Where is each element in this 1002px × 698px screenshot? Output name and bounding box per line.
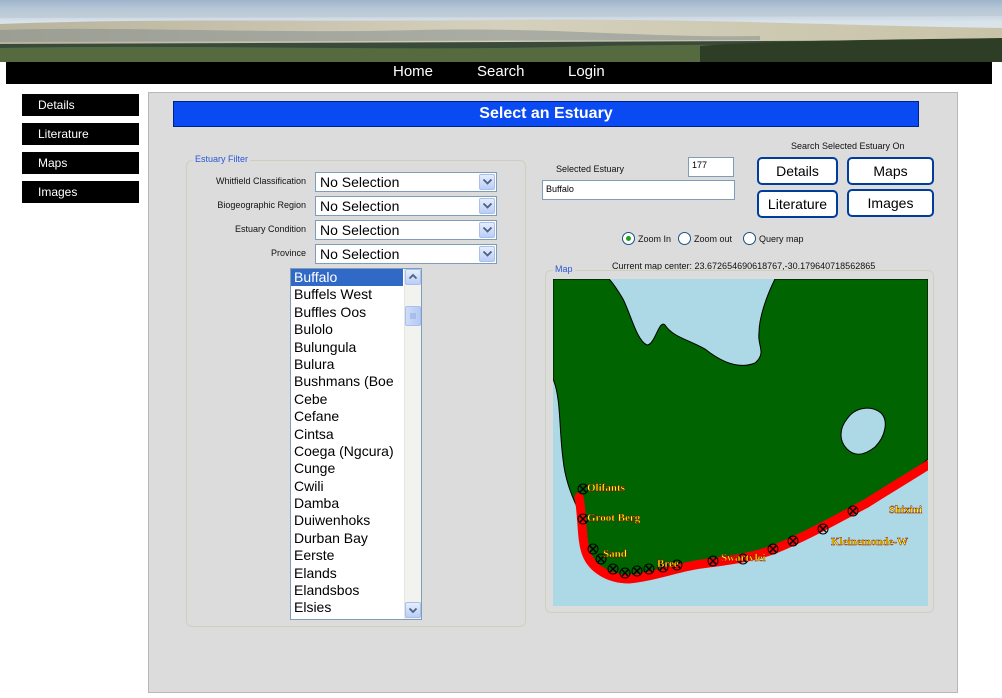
map-estuary-label: Sand bbox=[603, 548, 627, 560]
estuary-list-item[interactable]: Coega (Ngcura) bbox=[291, 443, 403, 460]
estuary-list-item[interactable]: Damba bbox=[291, 495, 403, 512]
zoom-in-radio[interactable]: Zoom In bbox=[622, 232, 671, 245]
province-select[interactable]: No Selection bbox=[315, 244, 497, 264]
estuary-list-item[interactable]: Buffles Oos bbox=[291, 304, 403, 321]
search-selected-estuary-label: Search Selected Estuary On bbox=[791, 141, 905, 151]
estuary-list-item[interactable]: Cintsa bbox=[291, 426, 403, 443]
nav-home-link[interactable]: Home bbox=[393, 63, 433, 80]
estuary-list-item[interactable]: Bulungula bbox=[291, 339, 403, 356]
query-map-label: Query map bbox=[759, 233, 804, 244]
estuary-list-item[interactable]: Duiwenhoks bbox=[291, 512, 403, 529]
biogeographic-region-label: Biogeographic Region bbox=[217, 200, 306, 210]
biogeographic-region-value: No Selection bbox=[320, 198, 400, 214]
main-panel: Select an Estuary Estuary Filter Whitfie… bbox=[148, 92, 958, 693]
estuary-list-item[interactable]: Elands bbox=[291, 565, 403, 582]
sidebar-item-details[interactable]: Details bbox=[22, 94, 139, 116]
estuary-listbox[interactable]: Buffalo Buffels West Buffles Oos Bulolo Bulu… bbox=[290, 268, 422, 620]
biogeographic-region-select[interactable]: No Selection bbox=[315, 196, 497, 216]
estuary-list-item[interactable]: Elsies bbox=[291, 599, 403, 616]
estuary-list-item[interactable]: Cebe bbox=[291, 391, 403, 408]
selected-estuary-label: Selected Estuary bbox=[556, 164, 625, 174]
map-estuary-label: Groot Berg bbox=[587, 512, 641, 524]
estuary-list-item[interactable]: Cunge bbox=[291, 460, 403, 477]
sidebar-item-images[interactable]: Images bbox=[22, 181, 139, 203]
whitfield-classification-select[interactable]: No Selection bbox=[315, 172, 497, 192]
images-button[interactable]: Images bbox=[847, 189, 934, 217]
literature-button[interactable]: Literature bbox=[757, 190, 838, 218]
nav-search-link[interactable]: Search bbox=[477, 63, 525, 80]
scroll-up-icon[interactable] bbox=[405, 269, 421, 285]
map-legend: Map bbox=[553, 264, 575, 274]
zoom-in-label: Zoom In bbox=[638, 233, 672, 244]
chevron-down-icon[interactable] bbox=[479, 246, 495, 262]
radio-selected-icon[interactable] bbox=[622, 232, 635, 245]
province-value: No Selection bbox=[320, 246, 400, 262]
map-estuary-label: Kleinemonde-W bbox=[831, 536, 908, 548]
estuary-list-item[interactable]: Cefane bbox=[291, 408, 403, 425]
estuary-list-item[interactable]: Eerste bbox=[291, 547, 403, 564]
estuary-list-item[interactable]: Buffalo bbox=[291, 269, 403, 287]
zoom-out-label: Zoom out bbox=[694, 233, 733, 244]
zoom-out-radio[interactable]: Zoom out bbox=[678, 232, 732, 245]
nav-login-link[interactable]: Login bbox=[568, 63, 605, 80]
map-estuary-label: Shixini bbox=[889, 504, 922, 516]
estuary-list-item[interactable]: Elandsbos bbox=[291, 582, 403, 599]
map-estuary-label: Olifants bbox=[587, 482, 626, 494]
chevron-down-icon[interactable] bbox=[479, 222, 495, 238]
whitfield-classification-label: Whitfield Classification bbox=[215, 176, 306, 186]
sidebar-item-maps[interactable]: Maps bbox=[22, 152, 139, 174]
top-navigation-bar: Home Search Login bbox=[6, 62, 992, 84]
whitfield-classification-value: No Selection bbox=[320, 174, 400, 190]
listbox-scrollbar[interactable] bbox=[404, 269, 421, 619]
estuary-map[interactable]: Olifants Groot Berg Sand Bree Swartvlei Shixi… bbox=[553, 279, 928, 606]
estuary-condition-value: No Selection bbox=[320, 222, 400, 238]
estuary-list-item[interactable]: Cwili bbox=[291, 478, 403, 495]
estuary-list-item[interactable]: Bulolo bbox=[291, 321, 403, 338]
page-title: Select an Estuary bbox=[173, 101, 919, 127]
details-button[interactable]: Details bbox=[757, 157, 838, 185]
estuary-list-item[interactable]: Buffels West bbox=[291, 286, 403, 303]
estuary-list-item[interactable]: Bulura bbox=[291, 356, 403, 373]
radio-unselected-icon[interactable] bbox=[678, 232, 691, 245]
selected-estuary-name-field[interactable]: Buffalo bbox=[542, 180, 735, 200]
radio-unselected-icon[interactable] bbox=[743, 232, 756, 245]
maps-button[interactable]: Maps bbox=[847, 157, 934, 185]
scroll-down-icon[interactable] bbox=[405, 602, 421, 618]
province-label: Province bbox=[270, 248, 306, 258]
estuary-filter-legend: Estuary Filter bbox=[193, 154, 251, 164]
selected-estuary-id-field[interactable]: 177 bbox=[688, 157, 734, 177]
estuary-list-item[interactable]: Bushmans (Boe bbox=[291, 373, 403, 390]
query-map-radio[interactable]: Query map bbox=[743, 232, 804, 245]
scrollbar-thumb[interactable] bbox=[405, 306, 421, 326]
estuary-condition-label: Estuary Condition bbox=[234, 224, 306, 234]
estuary-list-item[interactable]: Durban Bay bbox=[291, 530, 403, 547]
map-estuary-label: Bree bbox=[657, 558, 679, 570]
chevron-down-icon[interactable] bbox=[479, 174, 495, 190]
chevron-down-icon[interactable] bbox=[479, 198, 495, 214]
estuary-condition-select[interactable]: No Selection bbox=[315, 220, 497, 240]
map-estuary-label: Swartvlei bbox=[721, 552, 766, 564]
header-banner-image bbox=[0, 0, 1002, 62]
sidebar-item-literature[interactable]: Literature bbox=[22, 123, 139, 145]
